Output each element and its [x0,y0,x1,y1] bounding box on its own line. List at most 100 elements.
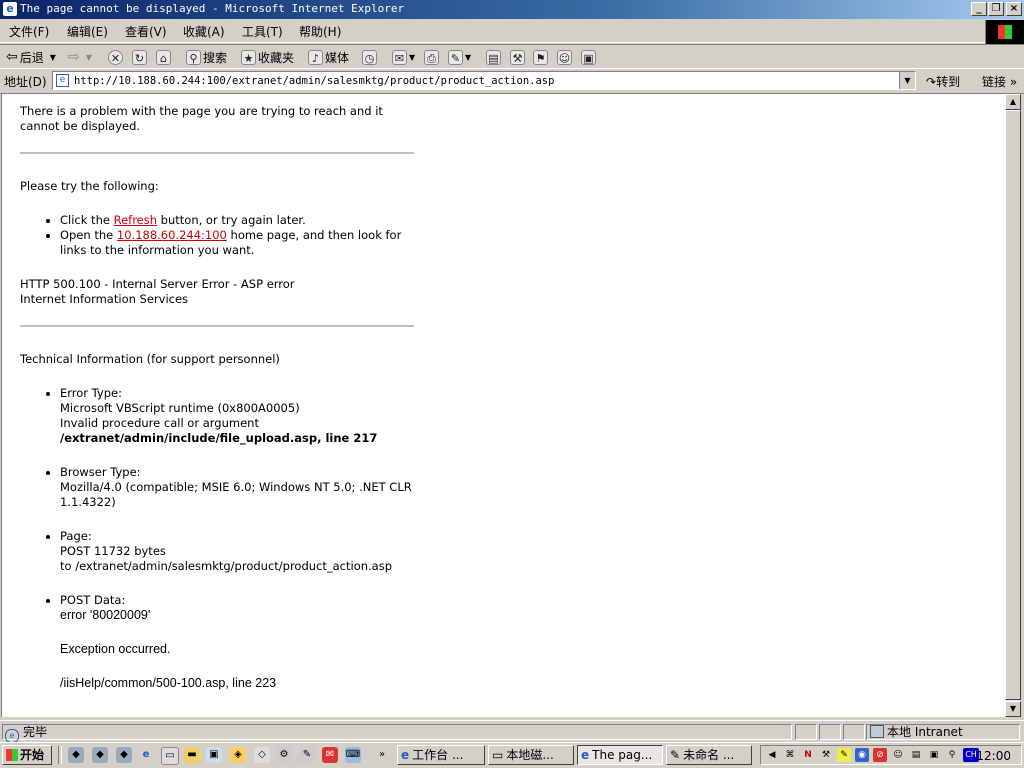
refresh-button[interactable]: ↻ [132,48,149,66]
quicklaunch-icon-3[interactable]: ◆ [116,747,132,763]
tool-button-3[interactable]: ☺ [557,48,574,66]
divider [20,152,414,154]
folder-icon[interactable]: ▬ [184,747,200,763]
media-button[interactable]: ♪ 媒体 [308,48,349,66]
chevron-down-icon[interactable]: ▼ [899,72,915,89]
history-button[interactable]: ◷ [362,48,379,66]
list-item: Browser Type: Mozilla/4.0 (compatible; M… [60,465,420,510]
taskbar-separator [58,746,62,764]
clock[interactable]: 12:00 [976,749,1011,763]
tray-icon-1[interactable]: ⌘ [783,748,797,762]
mail-button[interactable]: ✉ ▼ [392,48,415,66]
tray-icon-9[interactable]: ▣ [927,748,941,762]
ie-task-icon: e [401,748,410,762]
page-icon: e [56,74,69,87]
quicklaunch-icon-5[interactable]: ◇ [254,747,270,763]
refresh-link[interactable]: Refresh [114,213,157,227]
title-bar[interactable]: e The page cannot be displayed - Microso… [0,0,1024,19]
minimize-button[interactable]: _ [971,2,987,16]
task-button-3[interactable]: e The pag... [577,745,663,765]
discuss-button[interactable]: ▤ [486,48,503,66]
status-cell [819,724,841,740]
maximize-button[interactable]: ❐ [988,2,1004,16]
desktop-icon[interactable]: ▭ [161,747,179,765]
task-button-2[interactable]: ▭ 本地磁... [488,745,574,765]
forward-button[interactable]: ⇨ ▼ [68,48,92,66]
links-button[interactable]: 链接 » [982,73,1017,90]
quicklaunch-icon-8[interactable]: ✉ [322,747,338,763]
go-button[interactable]: ↷转到 [926,73,960,90]
print-button[interactable]: ⎙ [424,48,441,66]
favorites-button[interactable]: ★ 收藏夹 [241,48,294,66]
scroll-up-button[interactable]: ▲ [1005,94,1021,110]
tool-button-2[interactable]: ⚑ [533,48,550,66]
scroll-down-button[interactable]: ▼ [1005,701,1021,717]
vertical-scrollbar[interactable]: ▲ ▼ [1005,94,1021,717]
tool-button-4[interactable]: ▣ [581,48,598,66]
task-button-4[interactable]: ✎ 未命名 ... [666,745,752,765]
tray-icon-7[interactable]: ☺ [891,748,905,762]
back-button[interactable]: ⇦ 后退 ▼ [6,48,56,66]
status-cell [795,724,817,740]
task-button-1[interactable]: e 工作台 ... [397,745,485,765]
security-zone: 本地 Intranet [866,724,1020,740]
tray-icon-4[interactable]: ✎ [837,748,851,762]
stop-icon: ✕ [108,49,123,65]
edit-icon: ✎ [448,49,463,65]
menu-help[interactable]: 帮助(H) [299,23,341,40]
chevron-right-icon[interactable]: » [374,747,390,763]
tool-button-1[interactable]: ⚒ [510,48,527,66]
list-item: POST Data: error '80020009' Exception oc… [60,593,420,691]
iis-text: Internet Information Services [20,292,189,306]
windows-flag-icon [6,749,18,761]
address-label: 地址(D) [4,75,47,89]
page-done-icon: e [5,729,19,743]
computer-icon[interactable]: ▣ [206,747,222,763]
chevron-down-icon: ▼ [85,52,92,62]
divider [20,325,414,327]
search-icon: ⚲ [186,49,201,65]
status-text-panel: e 完毕 [2,724,792,743]
tray-icon-10[interactable]: ⚲ [945,748,959,762]
address-url: http://10.188.60.244:100/extranet/admin/… [74,75,555,87]
quicklaunch-icon-9[interactable]: ⌨ [345,747,361,763]
status-bar: e 完毕 本地 Intranet [0,720,1024,743]
tray-icon-8[interactable]: ▤ [909,748,923,762]
menu-file[interactable]: 文件(F) [9,23,49,40]
quicklaunch-icon-4[interactable]: ◈ [230,747,246,763]
scroll-thumb[interactable] [1005,110,1021,700]
go-arrow-icon: ↷ [926,75,937,89]
address-input[interactable]: e http://10.188.60.244:100/extranet/admi… [52,71,916,90]
tray-icon-6[interactable]: ⊘ [873,748,887,762]
intranet-icon [870,725,884,738]
print-icon: ⎙ [424,49,439,65]
list-item: Click the Refresh button, or try again l… [60,213,420,228]
list-item: Open the 10.188.60.244:100 home page, an… [60,228,420,258]
tray-icon-2[interactable]: N [801,748,815,762]
search-button[interactable]: ⚲ 搜索 [186,48,227,66]
quicklaunch-icon-7[interactable]: ✎ [299,747,315,763]
discuss-icon: ▤ [486,49,501,65]
quicklaunch-icon-1[interactable]: ◆ [68,747,84,763]
home-page-link[interactable]: 10.188.60.244:100 [117,228,227,242]
quicklaunch-icon-6[interactable]: ⚙ [276,747,292,763]
menu-favorites[interactable]: 收藏(A) [183,23,225,40]
ie-quicklaunch-icon[interactable]: e [138,747,154,763]
forward-arrow-icon: ⇨ [68,49,80,65]
menu-tools[interactable]: 工具(T) [242,23,283,40]
bag-icon: ⚑ [533,49,548,65]
ie-logo-icon: e [3,2,17,16]
menu-view[interactable]: 查看(V) [125,23,167,40]
menu-edit[interactable]: 编辑(E) [67,23,108,40]
chevron-down-icon: ▼ [49,52,56,62]
windows-flag-icon [985,20,1024,44]
tray-icon-3[interactable]: ⚒ [819,748,833,762]
quicklaunch-icon-2[interactable]: ◆ [92,747,108,763]
tray-icon-5[interactable]: ◉ [855,748,869,762]
edit-button[interactable]: ✎ ▼ [448,48,471,66]
start-button[interactable]: 开始 [2,745,52,765]
stop-button[interactable]: ✕ [108,48,125,66]
home-button[interactable]: ⌂ [156,48,173,66]
volume-icon[interactable]: ◀ [765,748,779,762]
close-button[interactable]: × [1006,2,1022,16]
